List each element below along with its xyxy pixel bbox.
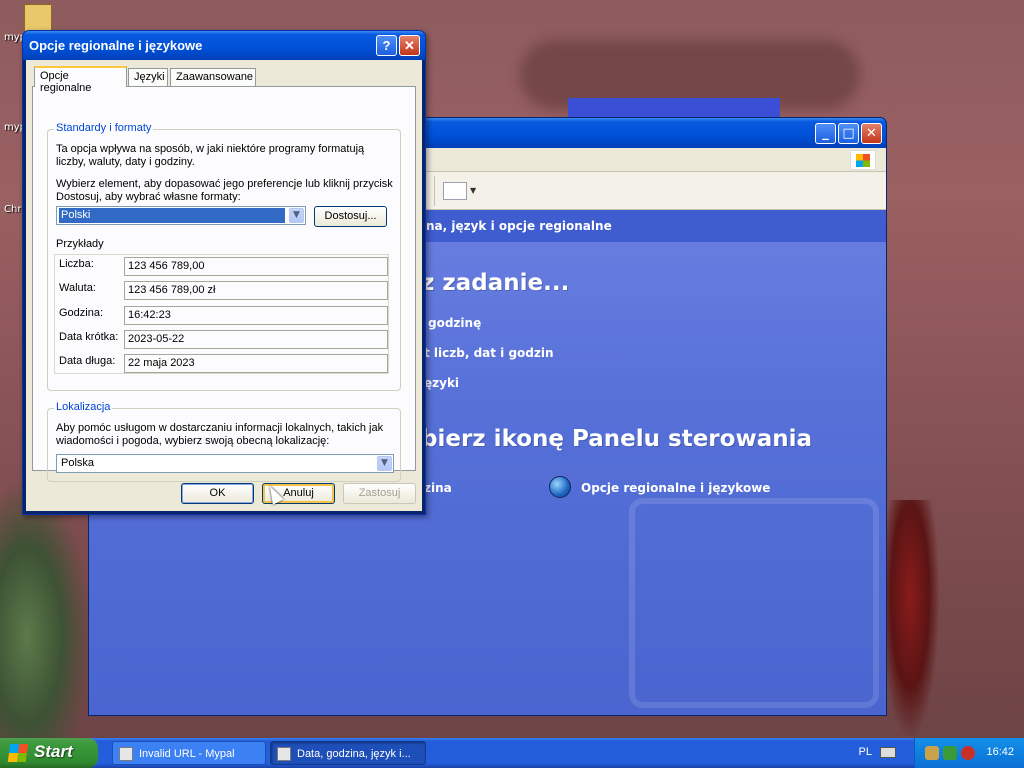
example-label: Liczba: — [59, 258, 94, 270]
ok-button[interactable]: OK — [181, 483, 254, 504]
views-icon[interactable] — [443, 182, 467, 200]
windows-logo-icon — [7, 744, 29, 762]
task-heading: z zadanie... — [421, 270, 570, 296]
regional-options-dialog: Opcje regionalne i językowe ? ✕ Opcje re… — [22, 30, 426, 515]
taskbar: Start Invalid URL - Mypal Data, godzina,… — [0, 738, 1024, 768]
icon-link[interactable]: zina — [424, 481, 452, 495]
task-link[interactable]: ęzyki — [424, 376, 459, 390]
browser-icon — [119, 747, 133, 761]
tab-languages[interactable]: Języki — [128, 68, 168, 86]
language-indicator[interactable]: PL — [859, 746, 872, 758]
example-value: 16:42:23 — [124, 306, 388, 325]
windows-logo-icon — [850, 150, 876, 170]
task-link[interactable]: t liczb, dat i godzin — [424, 346, 554, 360]
location-legend: Lokalizacja — [54, 401, 113, 413]
taskbar-button-mypal[interactable]: Invalid URL - Mypal — [112, 741, 266, 765]
minimize-button[interactable]: _ — [815, 123, 836, 144]
example-label: Godzina: — [59, 307, 104, 319]
wallpaper-plant — [0, 480, 90, 740]
close-button[interactable]: ✕ — [861, 123, 882, 144]
customize-button[interactable]: Dostosuj... — [314, 206, 387, 227]
format-select[interactable]: Polski ▼ — [56, 206, 306, 225]
chevron-down-icon[interactable]: ▼ — [289, 208, 304, 223]
volume-icon[interactable] — [943, 746, 957, 760]
chevron-down-icon[interactable]: ▼ — [470, 186, 476, 195]
standards-instruction: Wybierz element, aby dopasować jego pref… — [56, 178, 393, 203]
help-button[interactable]: ? — [376, 35, 397, 56]
tab-advanced[interactable]: Zaawansowane — [170, 68, 256, 86]
icon-link[interactable]: Opcje regionalne i językowe — [581, 481, 770, 495]
task-label: Data, godzina, język i... — [297, 748, 411, 760]
system-tray: 16:42 — [914, 738, 1024, 768]
start-label: Start — [34, 742, 73, 761]
start-button[interactable]: Start — [0, 738, 98, 768]
apply-button[interactable]: Zastosuj — [343, 483, 416, 504]
clock[interactable]: 16:42 — [986, 746, 1014, 758]
watermark-icon — [629, 498, 879, 708]
example-label: Data krótka: — [59, 331, 119, 343]
location-description: Aby pomóc usługom w dostarczaniu informa… — [56, 422, 384, 447]
maximize-button[interactable]: □ — [838, 123, 859, 144]
example-value: 2023-05-22 — [124, 330, 388, 349]
network-icon[interactable] — [925, 746, 939, 760]
security-shield-icon[interactable] — [961, 746, 975, 760]
format-select-value: Polski — [59, 208, 285, 223]
location-select[interactable]: Polska ▼ — [56, 454, 394, 473]
task-label: Invalid URL - Mypal — [139, 748, 235, 760]
examples-label: Przykłady — [56, 238, 104, 250]
tab-panel: Standardy i formaty Ta opcja wpływa na s… — [32, 86, 416, 482]
control-panel-icon — [277, 747, 291, 761]
desktop-icon-label: Chr — [4, 204, 22, 215]
location-select-value: Polska — [61, 457, 95, 469]
dialog-title: Opcje regionalne i językowe — [29, 38, 203, 53]
keyboard-icon[interactable] — [880, 747, 896, 758]
task-link[interactable]: godzinę — [428, 316, 481, 330]
wallpaper-plant — [880, 500, 940, 740]
example-label: Data długa: — [59, 355, 116, 367]
example-value: 123 456 789,00 — [124, 257, 388, 276]
chevron-down-icon[interactable]: ▼ — [377, 456, 392, 471]
close-button[interactable]: ✕ — [399, 35, 420, 56]
example-value: 123 456 789,00 zł — [124, 281, 388, 300]
folder-icon — [24, 4, 52, 32]
standards-legend: Standardy i formaty — [54, 122, 154, 134]
icon-heading: bierz ikonę Panelu sterowania — [421, 426, 812, 452]
dialog-titlebar[interactable]: Opcje regionalne i językowe ? ✕ — [23, 31, 425, 60]
tab-regional-options[interactable]: Opcje regionalne — [34, 66, 127, 94]
globe-icon[interactable] — [549, 476, 571, 498]
taskbar-button-regional[interactable]: Data, godzina, język i... — [270, 741, 426, 765]
example-value: 22 maja 2023 — [124, 354, 388, 373]
standards-description: Ta opcja wpływa na sposób, w jaki niektó… — [56, 143, 365, 168]
example-label: Waluta: — [59, 282, 96, 294]
dialog-body: Opcje regionalne Języki Zaawansowane Sta… — [26, 60, 422, 511]
